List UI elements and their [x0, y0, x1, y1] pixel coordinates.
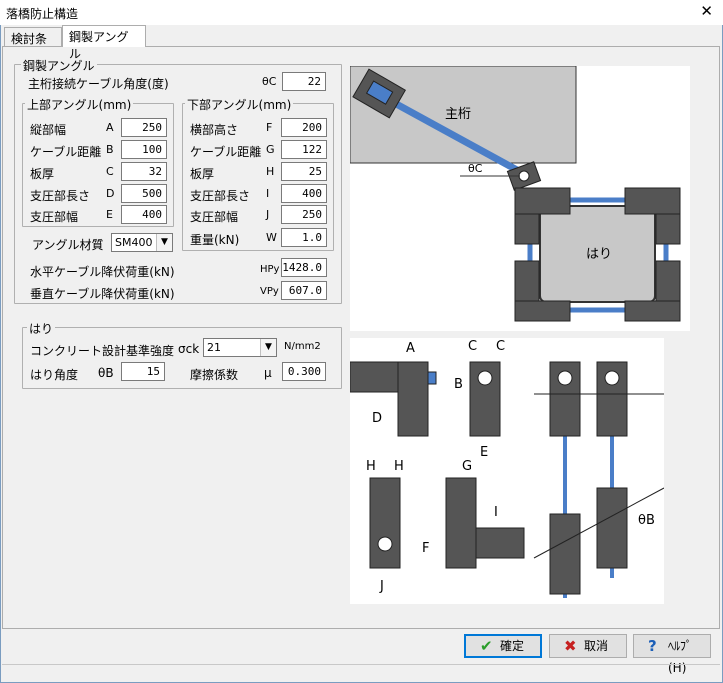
dim-label-e: E: [480, 445, 488, 460]
lower-input-j[interactable]: 250: [281, 205, 327, 224]
close-icon: ✖: [564, 637, 577, 655]
vpy-value: 607.0: [281, 281, 327, 300]
dim-label-c1: C: [468, 339, 477, 354]
ok-button-label: 確定: [500, 639, 525, 653]
status-bar: [2, 664, 720, 681]
upper-label-e: 支圧部幅: [30, 210, 79, 224]
dim-label-i: I: [494, 505, 498, 520]
friction-label: 摩擦係数: [190, 368, 239, 382]
upper-label-c: 板厚: [30, 167, 55, 181]
upper-input-d[interactable]: 500: [121, 184, 167, 203]
title-bar: 落橋防止構造 ✕: [0, 0, 723, 25]
lower-symbol-j: J: [266, 208, 270, 221]
concrete-unit: N/mm2: [284, 341, 321, 352]
lower-label-g: ケーブル距離: [190, 145, 262, 159]
material-select[interactable]: SM400 ▼: [111, 233, 173, 252]
lower-label-h: 板厚: [190, 167, 215, 181]
ok-button[interactable]: ✔ 確定: [464, 634, 542, 658]
structure-diagram: 主桁 はり θC: [349, 65, 690, 331]
lower-input-i[interactable]: 400: [281, 184, 327, 203]
concrete-value: 21: [207, 341, 221, 354]
close-icon[interactable]: ✕: [700, 2, 713, 20]
lower-input-h[interactable]: 25: [281, 162, 327, 181]
lower-symbol-h: H: [266, 165, 275, 178]
upper-label-a: 縦部幅: [30, 123, 67, 137]
upper-symbol-e: E: [106, 208, 113, 221]
upper-symbol-b: B: [106, 143, 114, 156]
upper-label-d: 支圧部長さ: [30, 189, 91, 203]
lower-symbol-i: I: [266, 187, 270, 200]
lower-angle-title: 下部アングル(mm): [185, 96, 294, 113]
beam-angle-symbol: θB: [98, 366, 114, 380]
material-label: アングル材質: [32, 238, 104, 252]
dimension-diagram: A B C C D E H H G F I J θB: [349, 338, 665, 604]
dim-label-h1: H: [366, 459, 376, 474]
tab-steel-angle[interactable]: 鋼製アングル: [62, 25, 146, 61]
beam-angle-input[interactable]: 15: [121, 362, 165, 381]
dim-label-j: J: [379, 579, 384, 594]
dim-label-h2: H: [394, 459, 404, 474]
upper-input-e[interactable]: 400: [121, 205, 167, 224]
window-title: 落橋防止構造: [6, 7, 79, 21]
check-icon: ✔: [480, 637, 493, 655]
lower-label-w: 重量(kN): [190, 233, 240, 247]
hpy-label: 水平ケーブル降伏荷重(kN): [30, 265, 175, 279]
hpy-value: 1428.0: [281, 258, 327, 277]
lower-input-f[interactable]: 200: [281, 118, 327, 137]
dim-label-a: A: [406, 341, 415, 356]
lower-symbol-f: F: [266, 121, 273, 134]
dimension-diagram-svg: A B C C D E H H G F I J θB: [349, 339, 665, 598]
steel-angle-group-title: 鋼製アングル: [21, 57, 97, 74]
help-button[interactable]: ? ﾍﾙﾌﾟ(H): [633, 634, 711, 675]
structure-diagram-svg: 主桁 はり θC: [349, 65, 681, 322]
upper-symbol-c: C: [106, 165, 114, 178]
upper-symbol-d: D: [106, 187, 115, 200]
theta-c-label: θC: [468, 162, 483, 175]
cancel-button-label: 取消: [584, 639, 609, 653]
dim-label-g: G: [462, 459, 472, 474]
tab-conditions[interactable]: 検討条件: [4, 27, 62, 63]
lower-symbol-g: G: [266, 143, 275, 156]
hpy-symbol: HPy: [260, 264, 280, 275]
vpy-symbol: VPy: [260, 286, 279, 297]
dim-label-f: F: [422, 541, 429, 556]
beam-group-title: はり: [27, 320, 56, 337]
dim-label-d: D: [372, 411, 382, 426]
girder-label: 主桁: [445, 107, 471, 122]
upper-input-c[interactable]: 32: [121, 162, 167, 181]
cable-angle-label: 主桁接続ケーブル角度(度): [28, 77, 169, 91]
vpy-label: 垂直ケーブル降伏荷重(kN): [30, 287, 175, 301]
cable-angle-symbol: θC: [262, 75, 277, 88]
lower-label-i: 支圧部長さ: [190, 189, 251, 203]
lower-input-w[interactable]: 1.0: [281, 228, 327, 247]
upper-input-a[interactable]: 250: [121, 118, 167, 137]
lower-symbol-w: W: [266, 231, 277, 244]
upper-input-b[interactable]: 100: [121, 140, 167, 159]
upper-label-b: ケーブル距離: [30, 145, 102, 159]
beam-angle-label: はり角度: [30, 368, 79, 382]
help-icon: ?: [648, 637, 657, 655]
material-value: SM400: [115, 236, 153, 249]
concrete-select[interactable]: 21 ▼: [203, 338, 277, 357]
chevron-down-icon[interactable]: ▼: [156, 234, 172, 251]
lower-input-g[interactable]: 122: [281, 140, 327, 159]
dim-label-c2: C: [496, 339, 505, 354]
concrete-symbol: σck: [178, 342, 200, 356]
chevron-down-icon[interactable]: ▼: [260, 339, 276, 356]
beam-label: はり: [586, 247, 612, 262]
upper-angle-title: 上部アングル(mm): [25, 96, 134, 113]
upper-symbol-a: A: [106, 121, 114, 134]
friction-symbol: μ: [264, 366, 272, 380]
lower-label-j: 支圧部幅: [190, 210, 239, 224]
friction-input[interactable]: 0.300: [282, 362, 326, 381]
cable-angle-input[interactable]: 22: [282, 72, 326, 91]
lower-label-f: 横部高さ: [190, 123, 239, 137]
concrete-label: コンクリート設計基準強度: [30, 344, 175, 358]
cancel-button[interactable]: ✖ 取消: [549, 634, 627, 658]
dim-label-b: B: [454, 377, 463, 392]
dim-label-theta-b: θB: [638, 513, 655, 528]
